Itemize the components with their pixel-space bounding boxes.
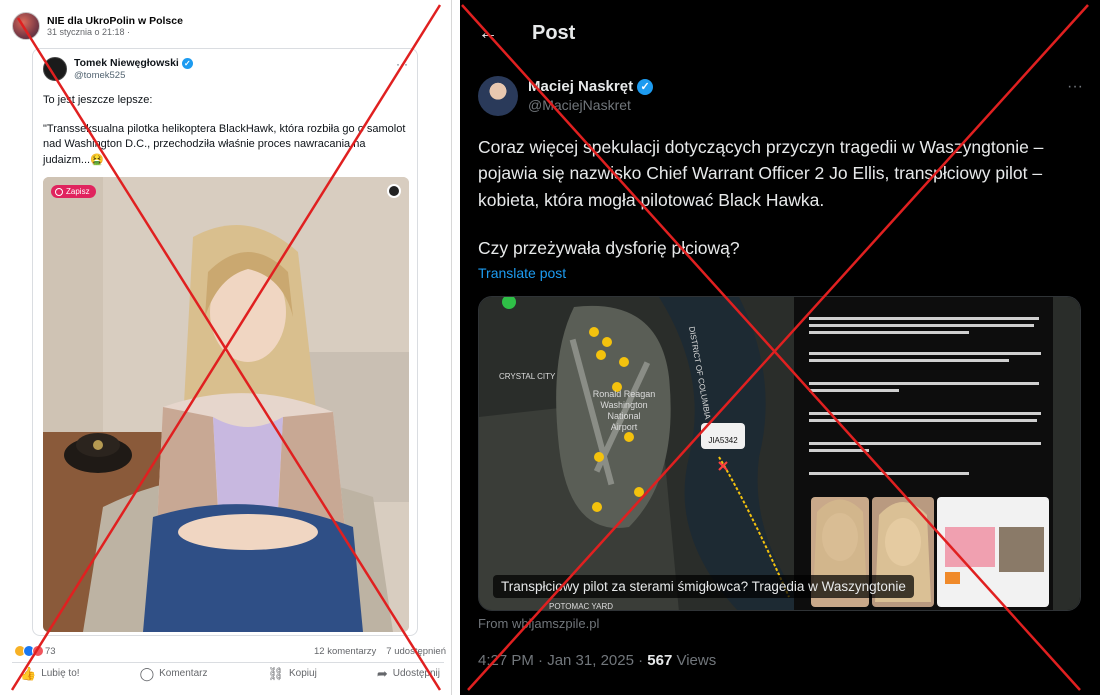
visual-search-icon[interactable]: [387, 184, 401, 198]
comment-bubble-icon: ◯: [139, 666, 155, 681]
author-name[interactable]: Maciej Naskręt: [528, 78, 633, 97]
portrait-photo-drawing: [43, 177, 409, 632]
save-button[interactable]: Zapisz: [51, 185, 96, 198]
embedded-tweet-text-quote: "Transseksualna pilotka helikoptera Blac…: [43, 123, 406, 166]
flight-label: JIA5342: [708, 436, 738, 445]
page-name[interactable]: NIE dla UkroPolin w Polsce: [47, 15, 183, 27]
reactions-count[interactable]: 73: [45, 646, 56, 657]
translate-post-link[interactable]: Translate post: [478, 265, 566, 281]
copy-button[interactable]: ⛓ Kopiuj: [267, 667, 316, 680]
save-label: Zapisz: [66, 187, 90, 196]
comment-button[interactable]: ◯ Komentarz: [140, 667, 208, 680]
embedded-author-name[interactable]: Tomek Niewęgłowski: [74, 57, 179, 70]
post-time[interactable]: 4:27 PM · Jan 31, 2025 ·: [478, 652, 647, 669]
crystal-city-label: CRYSTAL CITY: [499, 372, 556, 381]
post-text: Coraz więcej spekulacji dotyczących przy…: [478, 137, 1044, 210]
post-timestamp: 4:27 PM · Jan 31, 2025 · 567 Views: [478, 652, 716, 669]
facebook-post-header: NIE dla UkroPolin w Polsce 31 stycznia o…: [12, 12, 183, 40]
copy-label: Kopiuj: [289, 668, 317, 679]
share-button[interactable]: ➦ Udostępnij: [377, 667, 440, 680]
potomac-yard-label: POTOMAC YARD: [549, 602, 613, 611]
post-question: Czy przeżywała dysforię płciową?: [478, 238, 740, 258]
post-date[interactable]: 31 stycznia o 21:18 ·: [47, 27, 183, 37]
embedded-tweet-author: Tomek Niewęgłowski ✓ @tomek525 ···: [43, 57, 408, 81]
reaction-stats: 73 12 komentarzy 7 udostępnień: [14, 645, 446, 657]
embedded-author-handle[interactable]: @tomek525: [74, 70, 193, 81]
embedded-tweet-text-intro: To jest jeszcze lepsze:: [43, 94, 153, 106]
facebook-post-panel: NIE dla UkroPolin w Polsce 31 stycznia o…: [0, 0, 452, 695]
embedded-tweet-card: Tomek Niewęgłowski ✓ @tomek525 ··· To je…: [32, 48, 418, 636]
post-action-bar: 👍 Lubię to! ◯ Komentarz ⛓ Kopiuj ➦ Udost…: [20, 667, 440, 680]
link-card-media[interactable]: JIA5342 Ronald Reagan Washington National A…: [478, 296, 1081, 611]
shares-count[interactable]: 7 udostępnień: [386, 646, 446, 657]
pin-icon: [55, 187, 63, 196]
page-title: Post: [532, 22, 576, 44]
like-label: Lubię to!: [41, 668, 80, 679]
author-handle[interactable]: @MaciejNaskret: [528, 97, 653, 115]
reaction-icons[interactable]: [14, 645, 44, 657]
share-label: Udostępnij: [392, 668, 440, 679]
verified-icon: ✓: [637, 79, 654, 96]
x-author-row: Maciej Naskręt ✓ @MaciejNaskret ···: [478, 76, 1083, 116]
more-options-icon[interactable]: ···: [396, 57, 408, 71]
x-post-panel: ← Post Maciej Naskręt ✓ @MaciejNaskret ·…: [460, 0, 1100, 695]
avatar[interactable]: [43, 57, 67, 81]
link-icon: ⛓: [267, 666, 284, 681]
more-options-icon[interactable]: ···: [1067, 78, 1083, 96]
love-icon: [32, 645, 44, 657]
views-count[interactable]: 567: [647, 652, 672, 669]
back-arrow-icon[interactable]: ←: [478, 22, 498, 45]
thumbs-up-icon: 👍: [20, 666, 37, 681]
page-avatar[interactable]: [12, 12, 40, 40]
comment-label: Komentarz: [159, 668, 208, 679]
x-header: ← Post: [478, 22, 575, 45]
avatar[interactable]: [478, 76, 518, 116]
like-button[interactable]: 👍 Lubię to!: [20, 667, 80, 680]
share-arrow-icon: ➦: [376, 666, 388, 681]
verified-icon: ✓: [181, 57, 193, 69]
divider: [12, 662, 444, 663]
portrait-photo[interactable]: Zapisz: [43, 177, 409, 632]
views-label: Views: [672, 652, 717, 669]
map-and-screenshot-image: JIA5342 Ronald Reagan Washington National A…: [479, 297, 1080, 611]
comments-count[interactable]: 12 komentarzy: [314, 646, 376, 657]
link-source[interactable]: From wbijamszpile.pl: [478, 616, 599, 631]
link-card-caption[interactable]: Transpłciowy pilot za sterami śmigłowca?…: [493, 575, 914, 598]
